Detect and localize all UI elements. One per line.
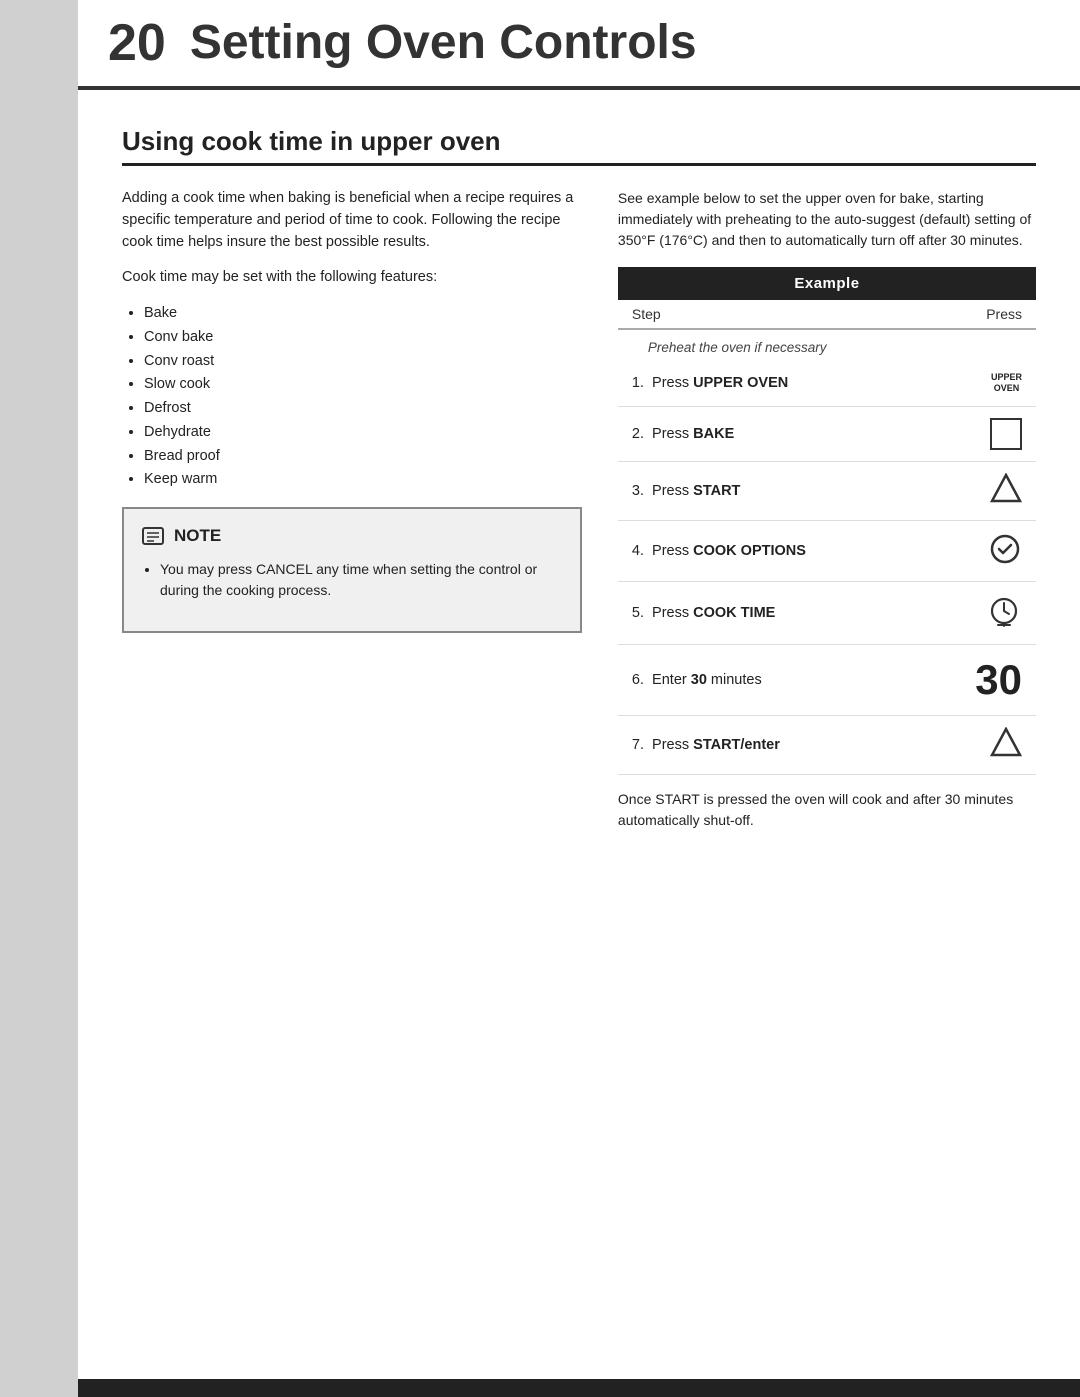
- left-column: Adding a cook time when baking is benefi…: [122, 188, 582, 1343]
- right-desc: See example below to set the upper oven …: [618, 188, 1036, 251]
- note-box: NOTE You may press CANCEL any time when …: [122, 507, 582, 633]
- step-6-bold: 30: [691, 672, 707, 688]
- page-number: 20: [108, 17, 166, 69]
- section-title: Using cook time in upper oven: [122, 126, 1036, 166]
- sidebar: [0, 0, 78, 1397]
- step-6-after: minutes: [707, 672, 762, 688]
- step-2-num: 2. Press: [632, 426, 693, 442]
- step-1-bold: UPPER OVEN: [693, 375, 788, 391]
- step-2-press: [923, 406, 1036, 461]
- step-row-7: 7. Press START/enter: [618, 715, 1036, 774]
- step-7-desc: 7. Press START/enter: [618, 715, 923, 774]
- step-row-3: 3. Press START: [618, 461, 1036, 520]
- note-icon: [140, 523, 166, 549]
- list-item: Slow cook: [144, 374, 582, 396]
- step-3-bold: START: [693, 483, 740, 499]
- start-icon: [990, 473, 1022, 505]
- bake-icon: [990, 418, 1022, 450]
- step-5-desc: 5. Press COOK TIME: [618, 581, 923, 644]
- page-title: Setting Oven Controls: [190, 19, 697, 67]
- step-4-bold: COOK OPTIONS: [693, 543, 806, 559]
- col-header-row: Step Press: [618, 300, 1036, 329]
- step-4-desc: 4. Press COOK OPTIONS: [618, 520, 923, 581]
- note-item: You may press CANCEL any time when setti…: [160, 559, 564, 601]
- list-item: Conv bake: [144, 327, 582, 349]
- step-6-press: 30: [923, 644, 1036, 715]
- upper-oven-icon: UPPEROVEN: [991, 372, 1022, 394]
- intro-para1: Adding a cook time when baking is benefi…: [122, 188, 582, 253]
- right-column: See example below to set the upper oven …: [618, 188, 1036, 1343]
- col-step-header: Step: [618, 300, 923, 329]
- step-5-bold: COOK TIME: [693, 605, 775, 621]
- step-3-num: 3. Press: [632, 483, 693, 499]
- two-column-layout: Adding a cook time when baking is benefi…: [122, 188, 1036, 1343]
- step-7-bold: START/enter: [693, 737, 780, 753]
- list-item: Bake: [144, 303, 582, 325]
- list-item: Conv roast: [144, 351, 582, 373]
- number-30-icon: 30: [975, 656, 1022, 703]
- cook-options-icon: [988, 532, 1022, 566]
- main-content: Using cook time in upper oven Adding a c…: [78, 90, 1080, 1379]
- footer-bar: [78, 1379, 1080, 1397]
- step-7-press: [923, 715, 1036, 774]
- col-press-header: Press: [923, 300, 1036, 329]
- list-item: Bread proof: [144, 446, 582, 468]
- list-item: Dehydrate: [144, 422, 582, 444]
- note-header: NOTE: [140, 523, 564, 549]
- step-4-press: [923, 520, 1036, 581]
- step-5-press: [923, 581, 1036, 644]
- step-1-press: UPPEROVEN: [923, 361, 1036, 406]
- step-1-num: 1. Press: [632, 375, 693, 391]
- step-6-desc: 6. Enter 30 minutes: [618, 644, 923, 715]
- step-3-desc: 3. Press START: [618, 461, 923, 520]
- step-row-4: 4. Press COOK OPTIONS: [618, 520, 1036, 581]
- preheat-text: Preheat the oven if necessary: [618, 329, 1036, 361]
- header: 20 Setting Oven Controls: [78, 0, 1080, 90]
- features-list: Bake Conv bake Conv roast Slow cook Defr…: [122, 303, 582, 491]
- list-item: Defrost: [144, 398, 582, 420]
- step-1-desc: 1. Press UPPER OVEN: [618, 361, 923, 406]
- note-label: NOTE: [174, 523, 221, 549]
- step-2-bold: BAKE: [693, 426, 734, 442]
- step-6-num: 6. Enter: [632, 672, 691, 688]
- step-5-num: 5. Press: [632, 605, 693, 621]
- step-7-num: 7. Press: [632, 737, 693, 753]
- example-label: Example: [618, 267, 1036, 300]
- step-row-5: 5. Press COOK TIME: [618, 581, 1036, 644]
- note-list: You may press CANCEL any time when setti…: [140, 559, 564, 601]
- step-row-1: 1. Press UPPER OVEN UPPEROVEN: [618, 361, 1036, 406]
- step-3-press: [923, 461, 1036, 520]
- list-item: Keep warm: [144, 469, 582, 491]
- step-4-num: 4. Press: [632, 543, 693, 559]
- example-table: Example Step Press Preheat the oven if n…: [618, 267, 1036, 775]
- example-header-row: Example: [618, 267, 1036, 300]
- intro-para2: Cook time may be set with the following …: [122, 267, 582, 289]
- footer-text: Once START is pressed the oven will cook…: [618, 789, 1036, 831]
- preheat-row: Preheat the oven if necessary: [618, 329, 1036, 361]
- cook-time-icon: [986, 593, 1022, 629]
- step-row-6: 6. Enter 30 minutes 30: [618, 644, 1036, 715]
- start-enter-icon: [990, 727, 1022, 759]
- step-2-desc: 2. Press BAKE: [618, 406, 923, 461]
- step-row-2: 2. Press BAKE: [618, 406, 1036, 461]
